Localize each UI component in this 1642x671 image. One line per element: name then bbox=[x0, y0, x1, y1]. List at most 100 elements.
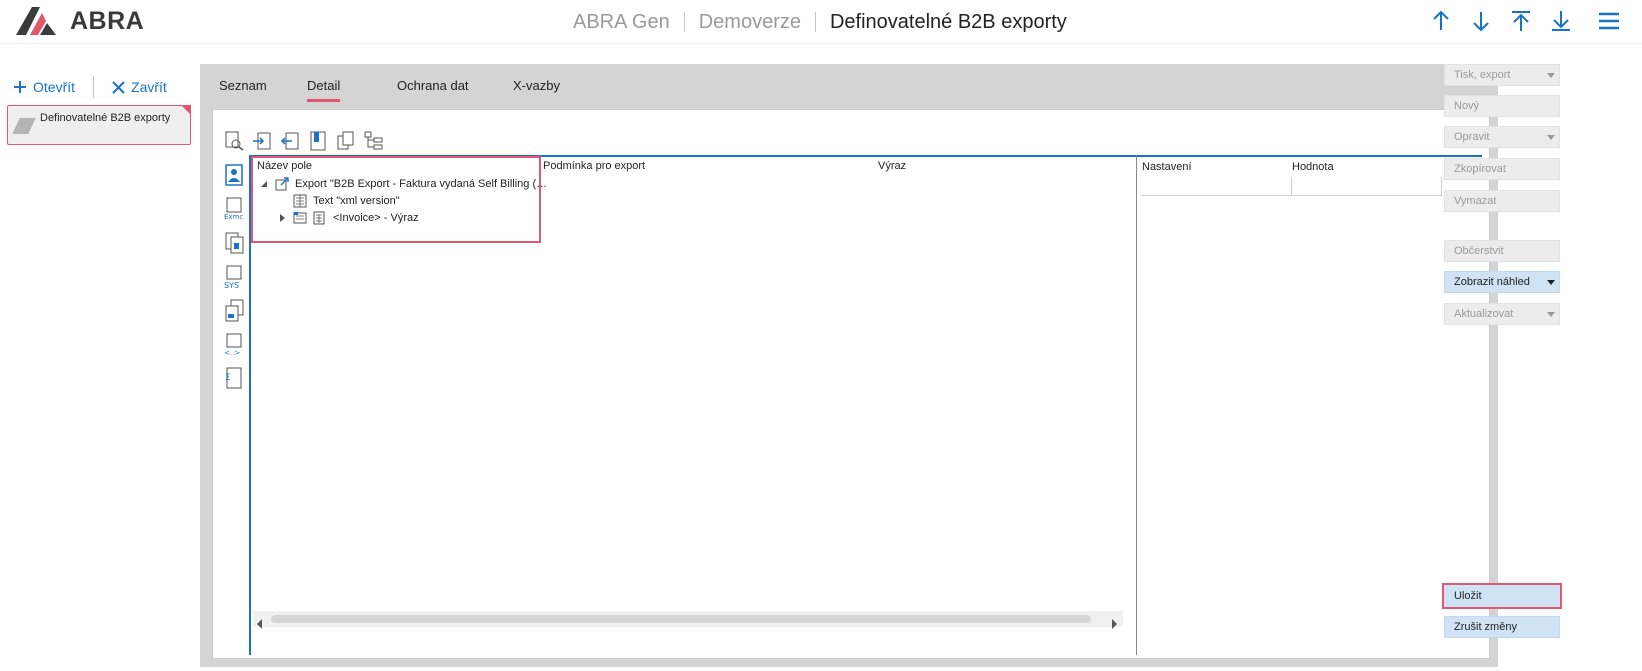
open-button[interactable]: Otevřít bbox=[13, 79, 75, 95]
cancel-changes-button[interactable]: Zrušit změny bbox=[1444, 616, 1560, 638]
tree-toolbar bbox=[223, 130, 391, 154]
expression-element-icon[interactable]: Σ bbox=[221, 366, 247, 392]
column-header-nastaveni[interactable]: Nastavení bbox=[1142, 161, 1192, 173]
svg-text:Exmc: Exmc bbox=[224, 213, 243, 221]
divider bbox=[93, 76, 95, 98]
abra-logo-icon bbox=[16, 7, 56, 35]
property-row[interactable] bbox=[1141, 177, 1442, 196]
chevron-down-icon bbox=[1547, 280, 1555, 285]
chevron-down-icon bbox=[1547, 135, 1555, 140]
copy-label: Zkopírovat bbox=[1454, 163, 1506, 175]
breadcrumb-separator bbox=[814, 12, 816, 32]
tree-node-export[interactable]: Export "B2B Export - Faktura vydaná Self… bbox=[259, 176, 547, 192]
preview-icon[interactable] bbox=[223, 130, 245, 152]
save-button[interactable]: Uložit bbox=[1442, 583, 1562, 609]
tree-node-label: Text "xml version" bbox=[313, 195, 400, 207]
export-icon[interactable] bbox=[279, 130, 301, 152]
close-button-label: Zavřít bbox=[131, 79, 167, 95]
new-label: Nový bbox=[1454, 100, 1480, 112]
cancel-changes-label: Zrušit změny bbox=[1454, 621, 1517, 633]
xml-element-icon[interactable]: <..> bbox=[221, 332, 247, 358]
top-bar: ABRA ABRA Gen Demoverze Definovatelné B2… bbox=[0, 0, 1642, 44]
left-panel: Otevřít Zavřít Definovatelné B2B exporty bbox=[0, 64, 200, 671]
calculator-icon bbox=[313, 211, 327, 225]
text-node-icon bbox=[293, 194, 307, 208]
chevron-down-icon bbox=[1547, 73, 1555, 78]
tree-node-invoice[interactable]: <Invoice> - Výraz bbox=[277, 210, 419, 226]
tree-structure-icon[interactable] bbox=[363, 130, 385, 152]
divider bbox=[1441, 177, 1442, 196]
edit-button[interactable]: Opravit bbox=[1444, 126, 1560, 148]
preview-button[interactable]: Zobrazit náhled bbox=[1444, 271, 1560, 293]
svg-text:<..>: <..> bbox=[224, 349, 240, 357]
column-header-hodnota[interactable]: Hodnota bbox=[1292, 161, 1334, 173]
refresh-button[interactable]: Občerstvit bbox=[1444, 240, 1560, 262]
logo-text: ABRA bbox=[70, 6, 145, 35]
record-navigation bbox=[1414, 8, 1622, 34]
expand-arrow-icon[interactable] bbox=[277, 213, 287, 223]
bookmark-icon[interactable] bbox=[307, 130, 329, 152]
export-link-icon bbox=[275, 177, 289, 191]
document-element-icon[interactable] bbox=[221, 230, 247, 256]
text-element-icon[interactable]: Exmc bbox=[221, 196, 247, 222]
column-header-nazev[interactable]: Název pole bbox=[257, 160, 312, 172]
print-export-label: Tisk, export bbox=[1454, 69, 1511, 81]
close-icon bbox=[112, 80, 125, 94]
copy-icon[interactable] bbox=[335, 130, 357, 152]
delete-label: Vymazat bbox=[1454, 195, 1497, 207]
scrollbar-thumb[interactable] bbox=[271, 615, 1091, 623]
page-title: Definovatelné B2B exporty bbox=[829, 10, 1067, 33]
delete-button[interactable]: Vymazat bbox=[1444, 190, 1560, 212]
arrow-up-icon[interactable] bbox=[1428, 8, 1454, 34]
open-button-label: Otevřít bbox=[33, 79, 76, 95]
new-button[interactable]: Nový bbox=[1444, 95, 1560, 117]
import-icon[interactable] bbox=[251, 130, 273, 152]
copy-button[interactable]: Zkopírovat bbox=[1444, 158, 1560, 180]
document-icon bbox=[12, 118, 36, 134]
chevron-down-icon bbox=[1547, 312, 1555, 317]
svg-text:Σ: Σ bbox=[225, 373, 231, 383]
arrow-to-bottom-icon[interactable] bbox=[1548, 8, 1574, 34]
add-person-icon[interactable] bbox=[221, 162, 247, 188]
scroll-right-icon[interactable] bbox=[1110, 614, 1120, 629]
column-header-podminka[interactable]: Podmínka pro export bbox=[543, 160, 645, 172]
tab-ochrana-dat[interactable]: Ochrana dat bbox=[397, 78, 469, 99]
tab-seznam[interactable]: Seznam bbox=[219, 78, 267, 99]
export-tree[interactable]: Název pole Podmínka pro export Výraz Exp… bbox=[249, 155, 1137, 655]
left-panel-actions: Otevřít Zavřít bbox=[13, 76, 167, 98]
element-type-toolbar: Exmc SYS <..> Σ bbox=[221, 162, 247, 400]
plus-icon bbox=[14, 81, 26, 93]
save-label: Uložit bbox=[1454, 590, 1482, 602]
collapse-arrow-icon[interactable] bbox=[259, 179, 269, 189]
horizontal-scrollbar[interactable] bbox=[253, 611, 1123, 629]
element-node-icon bbox=[293, 211, 307, 225]
edit-label: Opravit bbox=[1454, 131, 1490, 143]
tree-node-label: Export "B2B Export - Faktura vydaná Self… bbox=[295, 178, 548, 190]
multi-document-icon[interactable] bbox=[221, 298, 247, 324]
tab-detail[interactable]: Detail bbox=[307, 78, 341, 102]
update-button[interactable]: Aktualizovat bbox=[1444, 303, 1560, 325]
breadcrumb-app[interactable]: ABRA Gen bbox=[573, 11, 670, 34]
tree-node-text[interactable]: Text "xml version" bbox=[293, 193, 400, 209]
document-card-label: Definovatelné B2B exporty bbox=[40, 112, 171, 124]
update-label: Aktualizovat bbox=[1454, 308, 1514, 320]
close-button[interactable]: Zavřít bbox=[112, 79, 167, 95]
breadcrumb-separator bbox=[683, 12, 685, 32]
breadcrumb-db[interactable]: Demoverze bbox=[699, 11, 801, 34]
tab-x-vazby[interactable]: X-vazby bbox=[513, 78, 560, 99]
divider bbox=[1291, 177, 1292, 196]
arrow-to-top-icon[interactable] bbox=[1508, 8, 1534, 34]
tab-bar: Seznam Detail Ochrana dat X-vazby bbox=[200, 64, 1498, 106]
menu-icon[interactable] bbox=[1596, 8, 1622, 34]
column-header-vyraz[interactable]: Výraz bbox=[878, 160, 906, 172]
print-export-button[interactable]: Tisk, export bbox=[1444, 64, 1560, 86]
main-area: Seznam Detail Ochrana dat X-vazby Exmc S… bbox=[200, 64, 1498, 667]
tree-node-label: <Invoice> - Výraz bbox=[333, 212, 419, 224]
svg-text:SYS: SYS bbox=[224, 281, 239, 289]
arrow-down-icon[interactable] bbox=[1468, 8, 1494, 34]
system-variable-icon[interactable]: SYS bbox=[221, 264, 247, 290]
abra-logo: ABRA bbox=[16, 6, 144, 36]
open-document-card[interactable]: Definovatelné B2B exporty bbox=[7, 105, 191, 145]
scroll-left-icon[interactable] bbox=[256, 614, 266, 629]
properties-grid[interactable]: Nastavení Hodnota bbox=[1138, 157, 1488, 655]
